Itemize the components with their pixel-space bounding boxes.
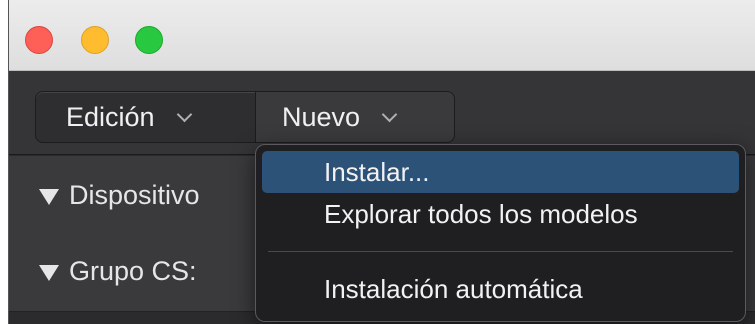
disclosure-triangle-icon[interactable]: [39, 264, 59, 281]
edicion-label: Edición: [66, 101, 155, 132]
nuevo-label: Nuevo: [282, 101, 361, 132]
chevron-down-icon: [381, 106, 398, 122]
toolbar: Edición Nuevo: [9, 71, 755, 155]
zoom-window-button[interactable]: [135, 26, 163, 54]
close-window-button[interactable]: [25, 26, 53, 54]
chevron-down-icon: [176, 106, 192, 122]
title-bar: [9, 0, 755, 71]
edicion-menu-button[interactable]: Edición: [36, 92, 256, 142]
minimize-window-button[interactable]: [81, 26, 109, 54]
menu-separator: [268, 251, 733, 252]
menu-item-explorar-modelos[interactable]: Explorar todos los modelos: [262, 193, 739, 235]
app-window: Edición Nuevo Dispositivo Grupo CS: Inst…: [8, 0, 755, 324]
nuevo-dropdown-menu: Instalar... Explorar todos los modelos I…: [255, 144, 746, 322]
nuevo-menu-button[interactable]: Nuevo: [256, 92, 454, 142]
segmented-control: Edición Nuevo: [35, 91, 455, 143]
menu-item-instalacion-automatica[interactable]: Instalación automática: [262, 268, 739, 310]
section-label: Grupo CS:: [69, 256, 197, 286]
section-label: Dispositivo: [69, 180, 200, 210]
disclosure-triangle-icon[interactable]: [39, 188, 59, 205]
menu-item-instalar[interactable]: Instalar...: [262, 151, 739, 193]
